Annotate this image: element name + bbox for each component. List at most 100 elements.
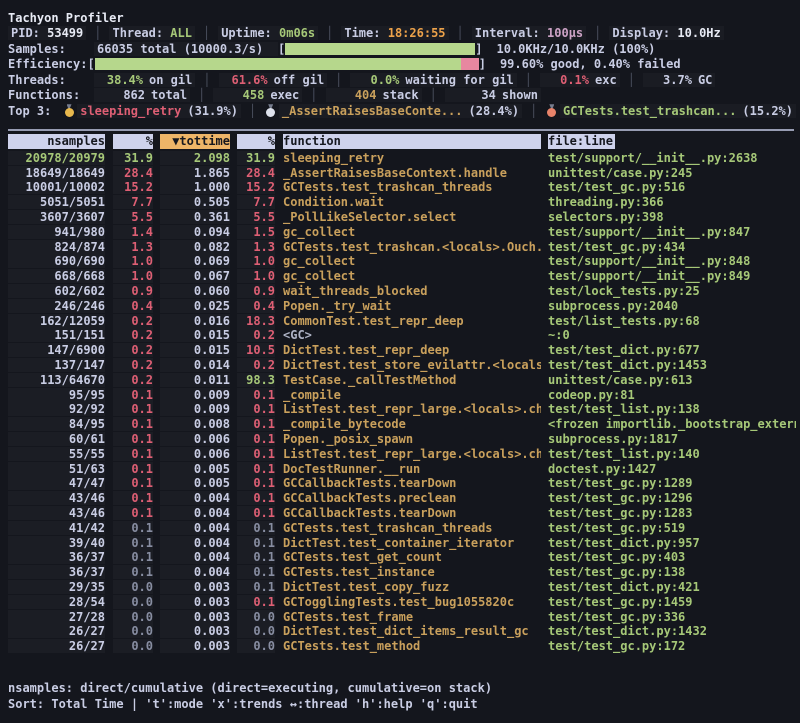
threads-segment-text: exc — [595, 73, 617, 87]
cell-function: gc_collect — [283, 269, 541, 283]
cell-function: GCCallbackTests.tearDown — [283, 476, 541, 490]
table-row: 43/460.10.0040.1GCCallbackTests.tearDown… — [8, 506, 796, 521]
cell-percent-cumulative: 0.1 — [237, 402, 275, 416]
cell-fileline: subprocess.py:1817 — [548, 432, 796, 446]
cell-nsamples: 26/27 — [8, 639, 105, 653]
table-row: 20978/2097931.92.09831.9sleeping_retryte… — [8, 151, 796, 166]
functions-segment-value: 404 — [329, 88, 377, 102]
cell-percent: 7.7 — [113, 195, 153, 209]
cell-fileline: codeop.py:81 — [548, 388, 796, 402]
efficiency-summary: 99.60% good, 0.40% failed — [500, 57, 681, 71]
threads-segment: 3.7%GC — [643, 73, 715, 87]
cell-percent: 1.4 — [113, 225, 153, 239]
cell-percent-cumulative: 1.0 — [237, 254, 275, 268]
status-uptime-value: 0m06s — [279, 26, 315, 40]
table-body: 20978/2097931.92.09831.9sleeping_retryte… — [8, 151, 796, 654]
cell-percent: 0.1 — [113, 565, 153, 579]
table-row: 36/370.10.0040.1GCTests.test_get_countte… — [8, 550, 796, 565]
footer-keybindings: Sort: Total Time | 't':mode 'x':trends ↔… — [8, 696, 796, 712]
cell-tottime: 0.003 — [160, 624, 230, 638]
threads-segment-value: 38.4% — [97, 73, 143, 87]
functions-row: Functions:862total│458exec│404stack│34sh… — [8, 88, 796, 104]
column-header-percent2[interactable]: % — [237, 134, 275, 149]
samples-bar-open-bracket: [ — [278, 42, 285, 56]
top3-percent: (31.9%) — [187, 104, 238, 118]
cell-nsamples: 824/874 — [8, 240, 105, 254]
cell-nsamples: 5051/5051 — [8, 195, 105, 209]
cell-tottime: 0.009 — [160, 388, 230, 402]
cell-percent: 0.2 — [113, 343, 153, 357]
cell-percent-cumulative: 0.0 — [237, 624, 275, 638]
table-row: 147/69000.20.01510.5DictTest.test_repr_d… — [8, 343, 796, 358]
cell-fileline: unittest/case.py:245 — [548, 166, 796, 180]
table-row: 60/610.10.0060.1Popen._posix_spawnsubpro… — [8, 432, 796, 447]
cell-percent: 15.2 — [113, 180, 153, 194]
cell-function: DictTest.test_store_evilattr.<locals... — [283, 358, 541, 372]
cell-percent: 0.1 — [113, 388, 153, 402]
cell-fileline: test/test_list.py:138 — [548, 402, 796, 416]
status-interval-label: Interval: — [475, 26, 547, 40]
cell-percent-cumulative: 10.5 — [237, 343, 275, 357]
column-header-nsamples[interactable]: nsamples — [8, 134, 105, 149]
cell-percent: 0.1 — [113, 417, 153, 431]
table-row: 26/270.00.0030.0DictTest.test_dict_items… — [8, 624, 796, 639]
cell-tottime: 0.003 — [160, 580, 230, 594]
cell-nsamples: 690/690 — [8, 254, 105, 268]
table-row: 602/6020.90.0600.9wait_threads_blockedte… — [8, 284, 796, 299]
cell-nsamples: 162/12059 — [8, 314, 105, 328]
threads-segment-text: GC — [698, 73, 712, 87]
cell-fileline: test/test_gc.py:138 — [548, 565, 796, 579]
cell-tottime: 0.011 — [160, 373, 230, 387]
cell-tottime: 0.069 — [160, 254, 230, 268]
table-row: 29/350.00.0030.1DictTest.test_copy_fuzzt… — [8, 580, 796, 595]
functions-segment-text: stack — [383, 88, 419, 102]
table-row: 92/920.10.0090.1ListTest.test_repr_large… — [8, 402, 796, 417]
top3-function-name: _AssertRaisesBaseConte... — [282, 104, 463, 118]
table-row: 27/280.00.0030.0GCTests.test_frametest/t… — [8, 609, 796, 624]
cell-percent-cumulative: 28.4 — [237, 166, 275, 180]
cell-percent-cumulative: 0.1 — [237, 476, 275, 490]
cell-fileline: test/test_dict.py:1432 — [548, 624, 796, 638]
cell-fileline: ~:0 — [548, 328, 796, 342]
app-title: Tachyon Profiler — [8, 10, 796, 26]
cell-tottime: 0.006 — [160, 447, 230, 461]
cell-percent-cumulative: 0.1 — [237, 432, 275, 446]
cell-nsamples: 246/246 — [8, 299, 105, 313]
column-header-tottime[interactable]: ▼tottime — [160, 134, 230, 149]
functions-segment: 34shown — [445, 88, 541, 102]
cell-nsamples: 55/55 — [8, 447, 105, 461]
table-row: 28/540.00.0030.1GCTogglingTests.test_bug… — [8, 594, 796, 609]
cell-tottime: 0.004 — [160, 550, 230, 564]
column-header-function[interactable]: function — [283, 134, 541, 149]
cell-percent-cumulative: 0.1 — [237, 447, 275, 461]
cell-tottime: 0.094 — [160, 225, 230, 239]
column-header-percent[interactable]: % — [113, 134, 153, 149]
efficiency-label: Efficiency: — [8, 57, 87, 71]
cell-function: GCTests.test_trashcan_threads — [283, 180, 541, 194]
threads-row: Threads:38.4%on gil│61.6%off gil│0.0%wai… — [8, 72, 796, 88]
cell-percent-cumulative: 0.0 — [237, 639, 275, 653]
cell-tottime: 0.015 — [160, 328, 230, 342]
column-header-fileline[interactable]: file:line — [548, 134, 796, 149]
functions-segment-text: total — [151, 88, 187, 102]
separator: │ — [530, 104, 537, 118]
cell-percent: 0.1 — [113, 550, 153, 564]
efficiency-bar-open-bracket: [ — [87, 57, 94, 71]
cell-percent: 1.3 — [113, 240, 153, 254]
cell-nsamples: 41/42 — [8, 521, 105, 535]
cell-fileline: test/list_tests.py:68 — [548, 314, 796, 328]
status-interval: Interval: 100μs — [472, 26, 586, 40]
threads-segment-value: 0.1% — [543, 73, 589, 87]
cell-percent: 0.1 — [113, 476, 153, 490]
cell-tottime: 0.082 — [160, 240, 230, 254]
threads-segment-text: on gil — [149, 73, 192, 87]
cell-percent: 0.0 — [113, 580, 153, 594]
cell-fileline: test/test_dict.py:421 — [548, 580, 796, 594]
stats-table: nsamples% ▼tottime% function file:line 2097… — [8, 134, 796, 654]
cell-tottime: 1.865 — [160, 166, 230, 180]
cell-fileline: test/test_gc.py:403 — [548, 550, 796, 564]
cell-percent: 0.0 — [113, 624, 153, 638]
status-interval-value: 100μs — [547, 26, 583, 40]
cell-percent-cumulative: 0.1 — [237, 521, 275, 535]
table-row: 51/630.10.0050.1DocTestRunner.__rundocte… — [8, 461, 796, 476]
